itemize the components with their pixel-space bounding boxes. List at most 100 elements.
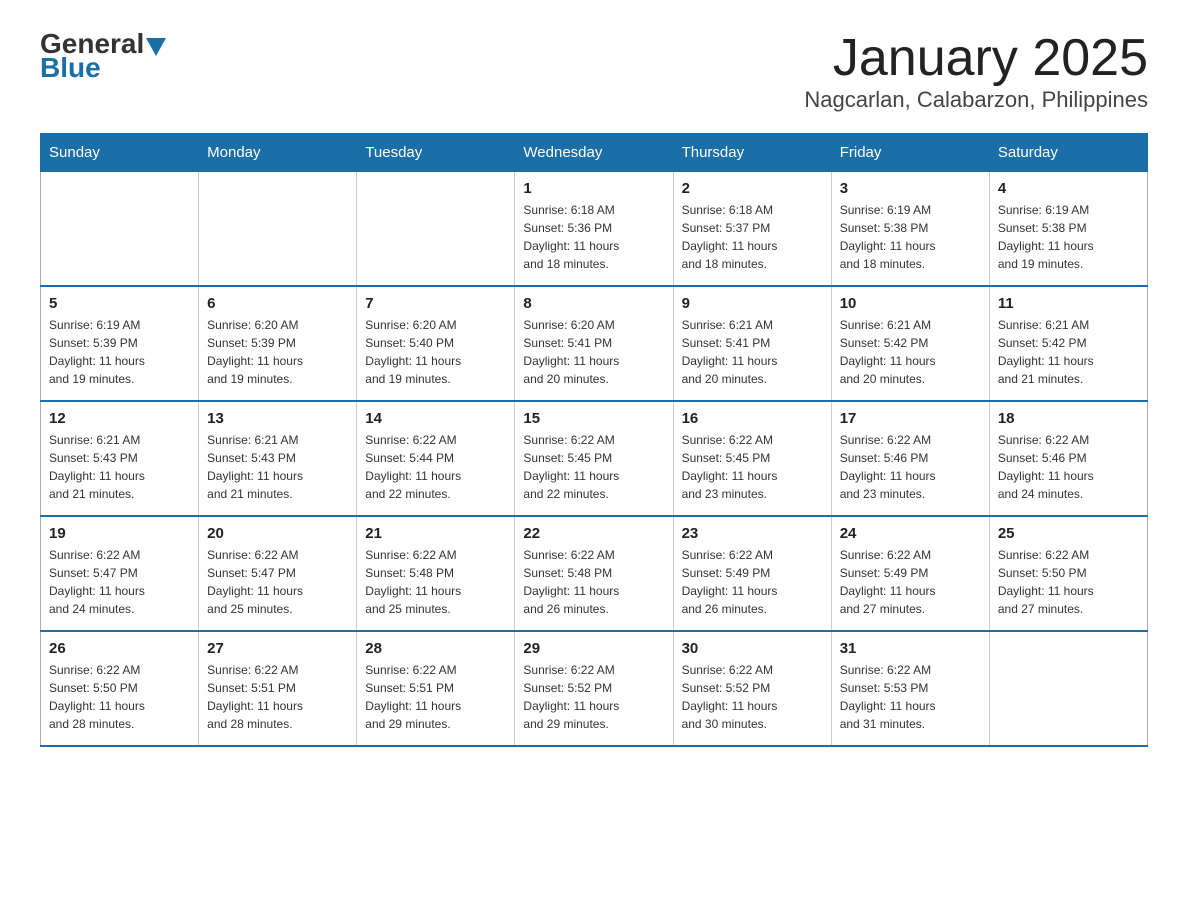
day-info: Sunrise: 6:22 AM Sunset: 5:46 PM Dayligh… [998,431,1139,503]
calendar-cell [41,172,199,287]
day-info: Sunrise: 6:22 AM Sunset: 5:45 PM Dayligh… [682,431,823,503]
calendar-cell: 23 Sunrise: 6:22 AM Sunset: 5:49 PM Dayli… [673,516,831,631]
day-info: Sunrise: 6:21 AM Sunset: 5:43 PM Dayligh… [49,431,190,503]
day-info: Sunrise: 6:18 AM Sunset: 5:36 PM Dayligh… [523,201,664,273]
calendar-cell: 9 Sunrise: 6:21 AM Sunset: 5:41 PM Daylig… [673,286,831,401]
day-info: Sunrise: 6:22 AM Sunset: 5:50 PM Dayligh… [998,546,1139,618]
day-number: 23 [682,525,823,542]
day-number: 7 [365,295,506,312]
calendar-table: SundayMondayTuesdayWednesdayThursdayFrid… [40,133,1148,747]
day-info: Sunrise: 6:22 AM Sunset: 5:53 PM Dayligh… [840,661,981,733]
day-info: Sunrise: 6:19 AM Sunset: 5:38 PM Dayligh… [840,201,981,273]
day-info: Sunrise: 6:21 AM Sunset: 5:42 PM Dayligh… [998,316,1139,388]
day-info: Sunrise: 6:19 AM Sunset: 5:38 PM Dayligh… [998,201,1139,273]
calendar-cell: 14Sunrise: 6:22 AM Sunset: 5:44 PM Dayli… [357,401,515,516]
day-info: Sunrise: 6:22 AM Sunset: 5:52 PM Dayligh… [523,661,664,733]
calendar-cell: 25 Sunrise: 6:22 AM Sunset: 5:50 PM Dayli… [989,516,1147,631]
day-info: Sunrise: 6:22 AM Sunset: 5:48 PM Dayligh… [523,546,664,618]
header-day-tuesday: Tuesday [357,134,515,172]
day-number: 24 [840,525,981,542]
calendar-cell: 7 Sunrise: 6:20 AM Sunset: 5:40 PM Daylig… [357,286,515,401]
day-info: Sunrise: 6:20 AM Sunset: 5:40 PM Dayligh… [365,316,506,388]
day-number: 25 [998,525,1139,542]
calendar-cell: 26 Sunrise: 6:22 AM Sunset: 5:50 PM Dayli… [41,631,199,746]
calendar-cell: 17 Sunrise: 6:22 AM Sunset: 5:46 PM Dayli… [831,401,989,516]
calendar-cell [989,631,1147,746]
day-number: 13 [207,410,348,427]
day-number: 15 [523,410,664,427]
calendar-cell: 11 Sunrise: 6:21 AM Sunset: 5:42 PM Dayli… [989,286,1147,401]
calendar-title: January 2025 [804,30,1148,87]
calendar-cell: 31 Sunrise: 6:22 AM Sunset: 5:53 PM Dayli… [831,631,989,746]
calendar-cell: 6 Sunrise: 6:20 AM Sunset: 5:39 PM Daylig… [199,286,357,401]
calendar-cell: 15Sunrise: 6:22 AM Sunset: 5:45 PM Dayli… [515,401,673,516]
day-number: 9 [682,295,823,312]
day-info: Sunrise: 6:22 AM Sunset: 5:48 PM Dayligh… [365,546,506,618]
calendar-header-row: SundayMondayTuesdayWednesdayThursdayFrid… [41,134,1148,172]
calendar-cell: 21 Sunrise: 6:22 AM Sunset: 5:48 PM Dayli… [357,516,515,631]
day-info: Sunrise: 6:22 AM Sunset: 5:44 PM Dayligh… [365,431,506,503]
header-day-saturday: Saturday [989,134,1147,172]
day-info: Sunrise: 6:21 AM Sunset: 5:43 PM Dayligh… [207,431,348,503]
day-number: 12 [49,410,190,427]
day-number: 27 [207,640,348,657]
day-info: Sunrise: 6:22 AM Sunset: 5:50 PM Dayligh… [49,661,190,733]
calendar-cell: 20Sunrise: 6:22 AM Sunset: 5:47 PM Dayli… [199,516,357,631]
day-info: Sunrise: 6:22 AM Sunset: 5:49 PM Dayligh… [840,546,981,618]
day-info: Sunrise: 6:22 AM Sunset: 5:51 PM Dayligh… [365,661,506,733]
calendar-cell [199,172,357,287]
calendar-cell: 30Sunrise: 6:22 AM Sunset: 5:52 PM Dayli… [673,631,831,746]
day-number: 29 [523,640,664,657]
day-number: 3 [840,180,981,197]
header-day-monday: Monday [199,134,357,172]
calendar-cell: 10Sunrise: 6:21 AM Sunset: 5:42 PM Dayli… [831,286,989,401]
day-number: 19 [49,525,190,542]
calendar-cell: 27 Sunrise: 6:22 AM Sunset: 5:51 PM Dayli… [199,631,357,746]
day-number: 26 [49,640,190,657]
day-info: Sunrise: 6:20 AM Sunset: 5:39 PM Dayligh… [207,316,348,388]
day-number: 31 [840,640,981,657]
day-info: Sunrise: 6:21 AM Sunset: 5:41 PM Dayligh… [682,316,823,388]
day-info: Sunrise: 6:22 AM Sunset: 5:47 PM Dayligh… [49,546,190,618]
week-row-4: 19 Sunrise: 6:22 AM Sunset: 5:47 PM Dayli… [41,516,1148,631]
week-row-3: 12 Sunrise: 6:21 AM Sunset: 5:43 PM Dayli… [41,401,1148,516]
week-row-5: 26 Sunrise: 6:22 AM Sunset: 5:50 PM Dayli… [41,631,1148,746]
calendar-cell: 28 Sunrise: 6:22 AM Sunset: 5:51 PM Dayli… [357,631,515,746]
day-number: 1 [523,180,664,197]
calendar-cell: 29 Sunrise: 6:22 AM Sunset: 5:52 PM Dayli… [515,631,673,746]
header-day-friday: Friday [831,134,989,172]
calendar-cell: 8Sunrise: 6:20 AM Sunset: 5:41 PM Daylig… [515,286,673,401]
day-info: Sunrise: 6:21 AM Sunset: 5:42 PM Dayligh… [840,316,981,388]
calendar-cell: 4Sunrise: 6:19 AM Sunset: 5:38 PM Daylig… [989,172,1147,287]
logo-triangle-icon [146,38,166,56]
calendar-cell: 2Sunrise: 6:18 AM Sunset: 5:37 PM Daylig… [673,172,831,287]
day-number: 17 [840,410,981,427]
title-block: January 2025 Nagcarlan, Calabarzon, Phil… [804,30,1148,113]
header-day-sunday: Sunday [41,134,199,172]
day-info: Sunrise: 6:18 AM Sunset: 5:37 PM Dayligh… [682,201,823,273]
header-day-thursday: Thursday [673,134,831,172]
day-number: 22 [523,525,664,542]
calendar-cell: 22 Sunrise: 6:22 AM Sunset: 5:48 PM Dayli… [515,516,673,631]
day-number: 28 [365,640,506,657]
calendar-cell: 12 Sunrise: 6:21 AM Sunset: 5:43 PM Dayli… [41,401,199,516]
day-number: 21 [365,525,506,542]
calendar-cell: 24 Sunrise: 6:22 AM Sunset: 5:49 PM Dayli… [831,516,989,631]
day-number: 18 [998,410,1139,427]
calendar-cell: 18 Sunrise: 6:22 AM Sunset: 5:46 PM Dayli… [989,401,1147,516]
day-info: Sunrise: 6:22 AM Sunset: 5:51 PM Dayligh… [207,661,348,733]
day-info: Sunrise: 6:19 AM Sunset: 5:39 PM Dayligh… [49,316,190,388]
calendar-cell: 5Sunrise: 6:19 AM Sunset: 5:39 PM Daylig… [41,286,199,401]
week-row-1: 1 Sunrise: 6:18 AM Sunset: 5:36 PM Daylig… [41,172,1148,287]
calendar-cell: 3 Sunrise: 6:19 AM Sunset: 5:38 PM Daylig… [831,172,989,287]
header-day-wednesday: Wednesday [515,134,673,172]
calendar-subtitle: Nagcarlan, Calabarzon, Philippines [804,87,1148,113]
day-number: 6 [207,295,348,312]
calendar-cell: 13 Sunrise: 6:21 AM Sunset: 5:43 PM Dayli… [199,401,357,516]
day-info: Sunrise: 6:20 AM Sunset: 5:41 PM Dayligh… [523,316,664,388]
day-info: Sunrise: 6:22 AM Sunset: 5:52 PM Dayligh… [682,661,823,733]
day-info: Sunrise: 6:22 AM Sunset: 5:49 PM Dayligh… [682,546,823,618]
day-info: Sunrise: 6:22 AM Sunset: 5:46 PM Dayligh… [840,431,981,503]
day-number: 11 [998,295,1139,312]
calendar-cell [357,172,515,287]
